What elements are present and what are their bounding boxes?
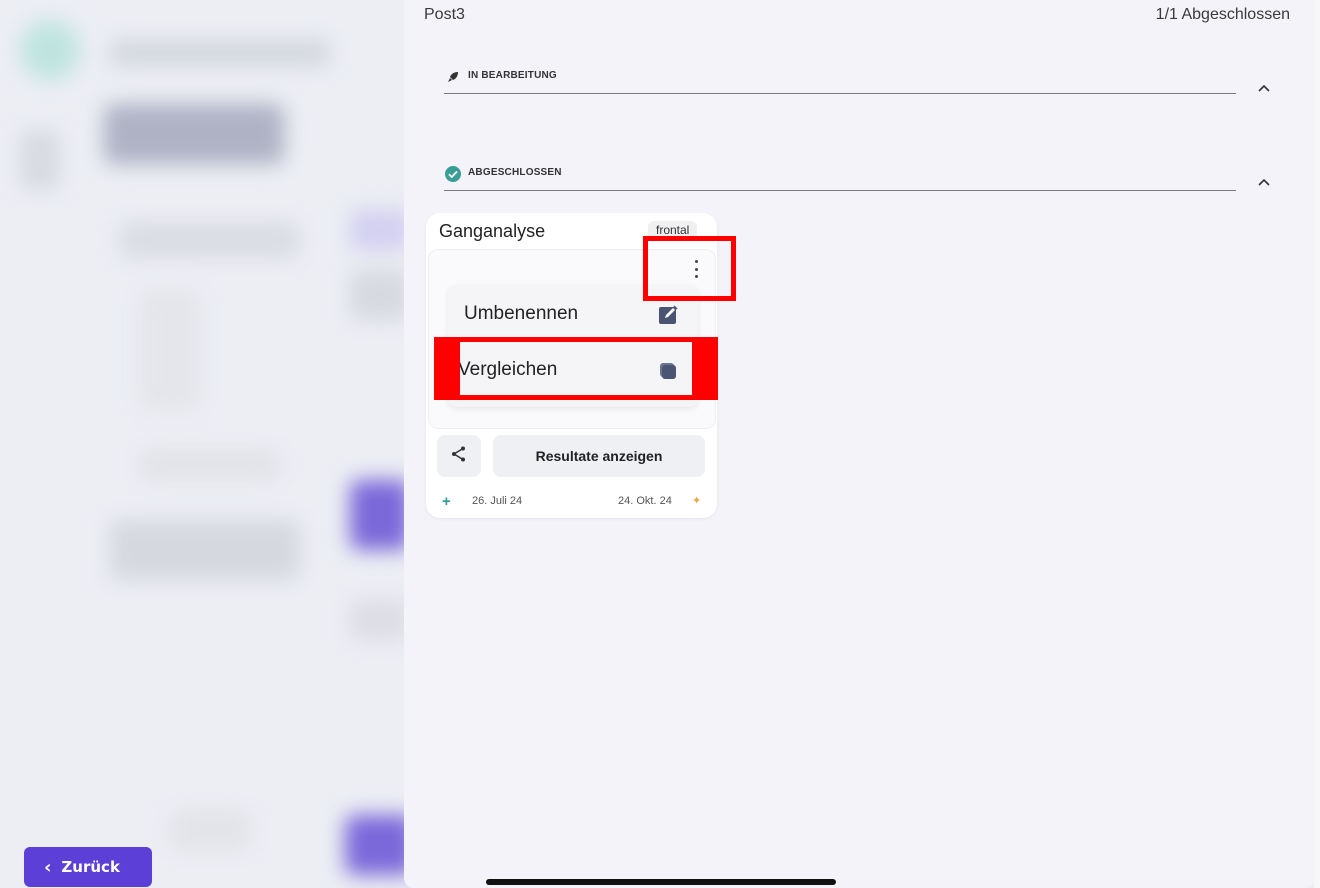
created-date: 26. Juli 24 bbox=[472, 495, 523, 507]
sparkle-icon: ✦ bbox=[692, 495, 702, 507]
chevron-up-icon[interactable] bbox=[1256, 80, 1272, 96]
chevron-up-icon[interactable] bbox=[1256, 174, 1272, 190]
post-title: Post3 bbox=[424, 6, 465, 23]
view-badge: frontal bbox=[648, 221, 698, 239]
context-menu: Umbenennen Vergleichen bbox=[448, 285, 698, 407]
compare-icon bbox=[658, 361, 678, 381]
blurred-background bbox=[0, 0, 420, 888]
share-button[interactable] bbox=[437, 435, 481, 477]
analysis-card[interactable]: Ganganalyse frontal Umbenennen Vergleich… bbox=[426, 213, 717, 518]
person-foot bbox=[564, 427, 578, 428]
completion-status: 1/1 Abgeschlossen bbox=[1155, 6, 1290, 23]
section-label: ABGESCHLOSSEN bbox=[468, 167, 562, 178]
menu-item-label: Umbenennen bbox=[464, 303, 579, 324]
more-options-icon[interactable] bbox=[690, 257, 702, 281]
section-completed[interactable]: ABGESCHLOSSEN bbox=[444, 164, 1236, 191]
share-icon bbox=[450, 445, 468, 467]
modified-date: 24. Okt. 24 bbox=[618, 495, 672, 507]
section-in-progress[interactable]: IN BEARBEITUNG bbox=[444, 67, 1236, 94]
menu-item-rename[interactable]: Umbenennen bbox=[448, 287, 698, 343]
show-results-button[interactable]: Resultate anzeigen bbox=[493, 435, 705, 477]
menu-item-compare[interactable]: Vergleichen bbox=[448, 343, 698, 399]
menu-item-label: Vergleichen bbox=[458, 359, 558, 380]
home-indicator[interactable] bbox=[486, 879, 836, 885]
post-sheet: Post3 1/1 Abgeschlossen IN BEARBEITUNG A… bbox=[404, 0, 1314, 888]
date-row: + 26. Juli 24 24. Okt. 24 ✦ bbox=[426, 493, 717, 511]
edit-icon bbox=[658, 305, 678, 325]
rocket-icon bbox=[444, 68, 462, 86]
chevron-left-icon: ‹ bbox=[44, 856, 52, 878]
back-label: Zurück bbox=[61, 858, 120, 876]
right-edge bbox=[1314, 0, 1320, 888]
created-plus-icon: + bbox=[442, 493, 451, 510]
check-circle-icon bbox=[444, 165, 462, 183]
section-label: IN BEARBEITUNG bbox=[468, 70, 557, 81]
card-title: Ganganalyse bbox=[439, 221, 546, 241]
back-button[interactable]: ‹ Zurück bbox=[24, 847, 152, 887]
